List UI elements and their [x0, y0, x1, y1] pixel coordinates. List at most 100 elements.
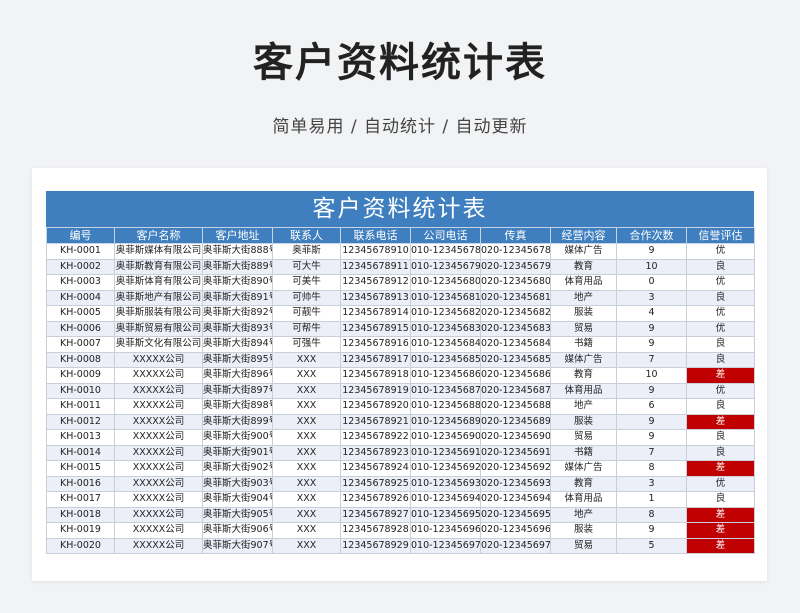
cell-id[interactable]: KH-0001 — [46, 243, 115, 260]
cell-count[interactable]: 10 — [616, 258, 687, 275]
cell-name[interactable]: 奥菲斯贸易有限公司 — [114, 320, 203, 337]
col-header-fax[interactable]: 传真 — [480, 227, 551, 244]
col-header-cooperation-count[interactable]: 合作次数 — [616, 227, 687, 244]
cell-fax[interactable]: 020-12345691 — [480, 444, 551, 461]
cell-name[interactable]: XXXXX公司 — [114, 367, 203, 384]
cell-name[interactable]: XXXXX公司 — [114, 475, 203, 492]
cell-phone[interactable]: 12345678927 — [340, 506, 411, 523]
cell-business[interactable]: 地产 — [550, 398, 617, 415]
cell-phone[interactable]: 12345678911 — [340, 258, 411, 275]
cell-name[interactable]: XXXXX公司 — [114, 444, 203, 461]
cell-fax[interactable]: 020-12345685 — [480, 351, 551, 368]
cell-id[interactable]: KH-0017 — [46, 491, 115, 508]
cell-contact[interactable]: XXX — [272, 522, 341, 539]
cell-id[interactable]: KH-0007 — [46, 336, 115, 353]
cell-fax[interactable]: 020-12345693 — [480, 475, 551, 492]
cell-rating[interactable]: 差 — [686, 506, 755, 523]
cell-name[interactable]: XXXXX公司 — [114, 491, 203, 508]
cell-count[interactable]: 9 — [616, 243, 687, 260]
cell-address[interactable]: 奥菲斯大街895号 — [202, 351, 273, 368]
cell-rating[interactable]: 优 — [686, 243, 755, 260]
cell-business[interactable]: 体育用品 — [550, 274, 617, 291]
cell-phone[interactable]: 12345678921 — [340, 413, 411, 430]
cell-rating[interactable]: 差 — [686, 413, 755, 430]
cell-phone[interactable]: 12345678910 — [340, 243, 411, 260]
cell-name[interactable]: 奥菲斯地产有限公司 — [114, 289, 203, 306]
cell-address[interactable]: 奥菲斯大街898号 — [202, 398, 273, 415]
cell-address[interactable]: 奥菲斯大街905号 — [202, 506, 273, 523]
cell-business[interactable]: 书籍 — [550, 444, 617, 461]
cell-fax[interactable]: 020-12345684 — [480, 336, 551, 353]
cell-id[interactable]: KH-0020 — [46, 537, 115, 554]
cell-address[interactable]: 奥菲斯大街897号 — [202, 382, 273, 399]
cell-rating[interactable]: 良 — [686, 258, 755, 275]
cell-name[interactable]: XXXXX公司 — [114, 413, 203, 430]
cell-id[interactable]: KH-0015 — [46, 460, 115, 477]
col-header-address[interactable]: 客户地址 — [202, 227, 273, 244]
cell-contact[interactable]: XXX — [272, 382, 341, 399]
cell-phone[interactable]: 12345678926 — [340, 491, 411, 508]
cell-id[interactable]: KH-0003 — [46, 274, 115, 291]
cell-business[interactable]: 贸易 — [550, 320, 617, 337]
cell-business[interactable]: 服装 — [550, 305, 617, 322]
cell-fax[interactable]: 020-12345683 — [480, 320, 551, 337]
cell-contact[interactable]: 可大牛 — [272, 258, 341, 275]
cell-company-phone[interactable]: 010-12345681 — [410, 289, 481, 306]
cell-contact[interactable]: XXX — [272, 444, 341, 461]
cell-rating[interactable]: 差 — [686, 367, 755, 384]
cell-name[interactable]: XXXXX公司 — [114, 537, 203, 554]
cell-business[interactable]: 书籍 — [550, 336, 617, 353]
cell-id[interactable]: KH-0016 — [46, 475, 115, 492]
cell-business[interactable]: 媒体广告 — [550, 243, 617, 260]
cell-count[interactable]: 9 — [616, 336, 687, 353]
cell-fax[interactable]: 020-12345694 — [480, 491, 551, 508]
cell-name[interactable]: 奥菲斯服装有限公司 — [114, 305, 203, 322]
col-header-id[interactable]: 编号 — [46, 227, 115, 244]
cell-company-phone[interactable]: 010-12345678 — [410, 243, 481, 260]
cell-count[interactable]: 5 — [616, 537, 687, 554]
cell-count[interactable]: 3 — [616, 475, 687, 492]
cell-rating[interactable]: 优 — [686, 274, 755, 291]
cell-id[interactable]: KH-0006 — [46, 320, 115, 337]
cell-name[interactable]: XXXXX公司 — [114, 429, 203, 446]
cell-rating[interactable]: 良 — [686, 351, 755, 368]
cell-fax[interactable]: 020-12345679 — [480, 258, 551, 275]
cell-id[interactable]: KH-0005 — [46, 305, 115, 322]
cell-contact[interactable]: XXX — [272, 491, 341, 508]
cell-count[interactable]: 9 — [616, 522, 687, 539]
cell-phone[interactable]: 12345678922 — [340, 429, 411, 446]
cell-business[interactable]: 贸易 — [550, 537, 617, 554]
cell-id[interactable]: KH-0014 — [46, 444, 115, 461]
cell-address[interactable]: 奥菲斯大街894号 — [202, 336, 273, 353]
cell-phone[interactable]: 12345678924 — [340, 460, 411, 477]
cell-phone[interactable]: 12345678912 — [340, 274, 411, 291]
cell-company-phone[interactable]: 010-12345696 — [410, 522, 481, 539]
cell-rating[interactable]: 良 — [686, 429, 755, 446]
cell-address[interactable]: 奥菲斯大街888号 — [202, 243, 273, 260]
cell-company-phone[interactable]: 010-12345680 — [410, 274, 481, 291]
cell-business[interactable]: 地产 — [550, 289, 617, 306]
cell-count[interactable]: 0 — [616, 274, 687, 291]
cell-rating[interactable]: 优 — [686, 305, 755, 322]
cell-id[interactable]: KH-0010 — [46, 382, 115, 399]
cell-company-phone[interactable]: 010-12345688 — [410, 398, 481, 415]
cell-company-phone[interactable]: 010-12345689 — [410, 413, 481, 430]
cell-count[interactable]: 9 — [616, 429, 687, 446]
cell-fax[interactable]: 020-12345682 — [480, 305, 551, 322]
cell-phone[interactable]: 12345678929 — [340, 537, 411, 554]
cell-count[interactable]: 4 — [616, 305, 687, 322]
cell-fax[interactable]: 020-12345696 — [480, 522, 551, 539]
cell-rating[interactable]: 良 — [686, 398, 755, 415]
cell-fax[interactable]: 020-12345688 — [480, 398, 551, 415]
cell-id[interactable]: KH-0018 — [46, 506, 115, 523]
cell-rating[interactable]: 差 — [686, 522, 755, 539]
cell-fax[interactable]: 020-12345681 — [480, 289, 551, 306]
cell-count[interactable]: 6 — [616, 398, 687, 415]
cell-id[interactable]: KH-0012 — [46, 413, 115, 430]
cell-count[interactable]: 7 — [616, 351, 687, 368]
cell-rating[interactable]: 差 — [686, 537, 755, 554]
cell-company-phone[interactable]: 010-12345693 — [410, 475, 481, 492]
cell-phone[interactable]: 12345678920 — [340, 398, 411, 415]
cell-company-phone[interactable]: 010-12345685 — [410, 351, 481, 368]
cell-company-phone[interactable]: 010-12345687 — [410, 382, 481, 399]
